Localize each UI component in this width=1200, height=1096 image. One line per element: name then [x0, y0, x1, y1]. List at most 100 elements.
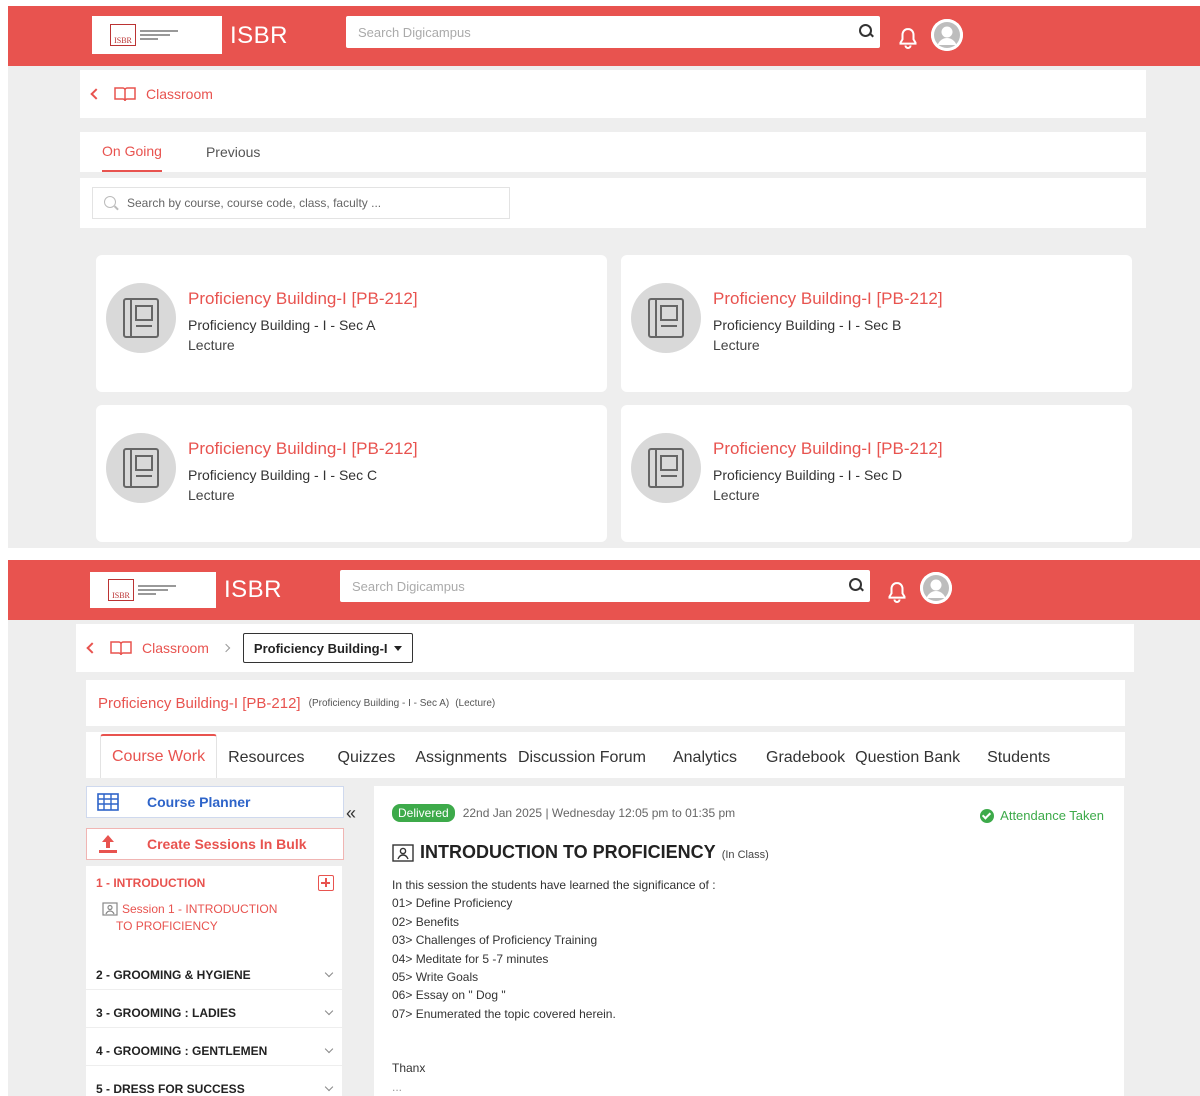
brand-name: ISBR [224, 576, 283, 603]
tab-quizzes[interactable]: Quizzes [327, 738, 416, 778]
tab-course-work[interactable]: Course Work [100, 734, 218, 778]
search-icon[interactable] [852, 18, 880, 46]
course-title[interactable]: Proficiency Building-I [PB-212] [713, 439, 943, 459]
course-title: Proficiency Building-I [PB-212] [98, 694, 301, 712]
tab-discussion-forum[interactable]: Discussion Forum [518, 738, 662, 778]
course-detail-screen: ISBR ISBR Classroom Proficiency Building… [8, 560, 1200, 1096]
breadcrumb: Classroom Proficiency Building-I [76, 624, 1134, 672]
section-item[interactable]: 2 - GROOMING & HYGIENE [86, 960, 342, 990]
section-label: 2 - GROOMING & HYGIENE [96, 967, 251, 982]
section-item-active[interactable]: 1 - INTRODUCTION [96, 872, 342, 894]
global-search [340, 570, 870, 602]
tab-on-going[interactable]: On Going [102, 132, 162, 172]
course-section: Proficiency Building - I - Sec A [188, 317, 376, 333]
description-line: 06> Essay on " Dog " [392, 988, 506, 1003]
course-card[interactable]: Proficiency Building-I [PB-212] Proficie… [621, 255, 1132, 392]
breadcrumb-classroom[interactable]: Classroom [142, 640, 209, 656]
back-chevron-icon[interactable] [86, 642, 98, 654]
course-tabs: Course Work Resources Quizzes Assignment… [86, 732, 1125, 778]
check-circle-icon [980, 808, 995, 823]
session-title-line1: Session 1 - INTRODUCTION [122, 902, 278, 916]
tab-analytics[interactable]: Analytics [662, 738, 755, 778]
logo-crest-icon: ISBR [108, 579, 134, 601]
avatar[interactable] [920, 572, 952, 604]
global-search-input[interactable] [346, 16, 852, 48]
chevron-down-icon [324, 1082, 334, 1092]
breadcrumb-separator-icon [221, 643, 231, 653]
create-sessions-bulk-label: Create Sessions In Bulk [147, 836, 307, 852]
description-line: 02> Benefits [392, 914, 460, 929]
section-item[interactable]: 4 - GROOMING : GENTLEMEN [86, 1036, 342, 1066]
tab-resources[interactable]: Resources [217, 738, 326, 778]
logo-crest-icon: ISBR [110, 24, 136, 46]
search-icon[interactable] [842, 572, 870, 600]
upload-icon [97, 834, 119, 854]
global-search [346, 16, 880, 48]
course-card[interactable]: Proficiency Building-I [PB-212] Proficie… [621, 405, 1132, 542]
course-planner-button[interactable]: Course Planner [86, 786, 344, 818]
create-sessions-bulk-button[interactable]: Create Sessions In Bulk [86, 828, 344, 860]
description-line: 07> Enumerated the topic covered herein. [392, 1006, 616, 1021]
course-title[interactable]: Proficiency Building-I [PB-212] [188, 289, 418, 309]
bell-icon[interactable] [897, 26, 919, 50]
section-label: 1 - INTRODUCTION [96, 876, 206, 890]
course-type: Lecture [188, 337, 235, 353]
course-section: Proficiency Building - I - Sec C [188, 467, 378, 483]
session-item-active[interactable]: Session 1 - INTRODUCTION TO PROFICIENCY [102, 902, 322, 933]
course-dropdown[interactable]: Proficiency Building-I [242, 633, 413, 663]
avatar[interactable] [931, 19, 963, 51]
add-session-icon[interactable] [318, 875, 334, 891]
tab-previous[interactable]: Previous [206, 132, 260, 172]
section-label: 5 - DRESS FOR SUCCESS [96, 1082, 245, 1096]
session-datetime: 22nd Jan 2025 | Wednesday 12:05 pm to 01… [462, 806, 736, 820]
bell-icon[interactable] [886, 580, 908, 604]
tab-assignments[interactable]: Assignments [415, 738, 518, 778]
session-icon [392, 843, 414, 862]
logo-tagline-icon [138, 585, 176, 595]
course-search [92, 187, 510, 219]
course-type: Lecture [188, 487, 235, 503]
session-title: INTRODUCTION TO PROFICIENCY [420, 842, 716, 862]
description-line: 04> Meditate for 5 -7 minutes [392, 951, 549, 966]
session-detail: Delivered 22nd Jan 2025 | Wednesday 12:0… [374, 786, 1124, 1096]
description-line: In this session the students have learne… [392, 878, 716, 892]
course-title[interactable]: Proficiency Building-I [PB-212] [188, 439, 418, 459]
breadcrumb: Classroom [80, 70, 1146, 118]
session-title-line2: TO PROFICIENCY [116, 919, 218, 933]
course-card[interactable]: Proficiency Building-I [PB-212] Proficie… [96, 255, 607, 392]
tab-gradebook[interactable]: Gradebook [755, 738, 855, 778]
chevron-down-icon [324, 968, 334, 977]
course-dropdown-value: Proficiency Building-I [253, 640, 388, 656]
tab-students[interactable]: Students [976, 738, 1061, 778]
course-section-meta: (Proficiency Building - I - Sec A) [308, 697, 450, 709]
logo-text: ISBR [114, 36, 132, 45]
trailing-text: ... [392, 1079, 403, 1094]
chevron-down-icon [324, 1006, 334, 1015]
global-search-input[interactable] [340, 570, 842, 602]
book-icon [114, 86, 136, 102]
course-planner-label: Course Planner [147, 794, 251, 810]
caret-down-icon [393, 645, 402, 651]
breadcrumb-classroom[interactable]: Classroom [146, 86, 213, 102]
course-card[interactable]: Proficiency Building-I [PB-212] Proficie… [96, 405, 607, 542]
course-type-meta: (Lecture) [455, 697, 496, 709]
status-badge: Delivered [392, 804, 455, 822]
sign-off: Thanx [392, 1061, 426, 1076]
course-title[interactable]: Proficiency Building-I [PB-212] [713, 289, 943, 309]
grid-icon [97, 793, 119, 811]
course-type: Lecture [713, 337, 760, 353]
session-icon [102, 902, 118, 916]
search-icon [103, 195, 119, 211]
tab-question-bank[interactable]: Question Bank [855, 738, 976, 778]
chevron-down-icon [324, 1044, 334, 1053]
back-chevron-icon[interactable] [90, 88, 102, 100]
course-icon [631, 283, 701, 353]
logo-tagline-icon [140, 30, 178, 40]
isbr-logo[interactable]: ISBR [90, 572, 216, 608]
isbr-logo[interactable]: ISBR [92, 16, 222, 54]
course-icon [106, 433, 176, 503]
course-search-input[interactable] [127, 196, 509, 210]
section-item[interactable]: 3 - GROOMING : LADIES [86, 998, 342, 1028]
collapse-sidebar-icon[interactable]: « [346, 804, 356, 822]
section-item[interactable]: 5 - DRESS FOR SUCCESS [86, 1074, 342, 1096]
